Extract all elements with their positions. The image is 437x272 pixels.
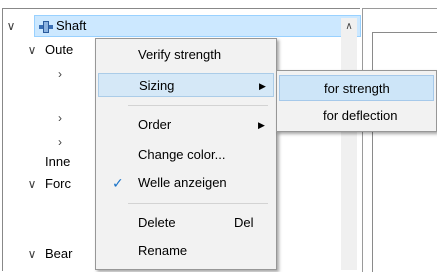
menu-separator <box>128 105 268 106</box>
menu-item-sizing[interactable]: Sizing ▶ <box>98 73 274 97</box>
chevron-down-icon[interactable]: ∨ <box>25 244 39 264</box>
menu-item-shortcut: Del <box>234 215 254 230</box>
menu-item-verify-strength[interactable]: Verify strength <box>98 43 274 67</box>
menu-item-label: Order <box>138 117 172 132</box>
chevron-right-icon[interactable]: › <box>53 108 67 128</box>
chevron-down-icon[interactable]: ∨ <box>25 174 39 194</box>
vertical-scrollbar[interactable] <box>341 18 357 270</box>
menu-item-order[interactable]: Order ▶ <box>98 113 274 137</box>
tree-node-outer-contour[interactable]: Oute <box>45 40 73 60</box>
menu-item-label: Welle anzeigen <box>138 175 227 190</box>
menu-item-delete[interactable]: Delete Del <box>98 211 274 235</box>
chevron-down-icon[interactable]: ∨ <box>4 16 18 36</box>
menu-separator <box>128 203 268 204</box>
submenu-arrow-icon: ▶ <box>258 120 265 130</box>
chevron-right-icon[interactable]: › <box>53 64 67 84</box>
submenu-item-for-strength[interactable]: for strength <box>279 75 434 101</box>
menu-item-label: Rename <box>138 243 188 258</box>
menu-item-label: Change color... <box>138 147 226 162</box>
application-window: ∨ Shaft ∨ Oute › › › Inne ∨ Forc ∨ Bear … <box>0 0 437 272</box>
menu-item-label: Verify strength <box>138 47 222 62</box>
tree-node-inner-contour[interactable]: Inne <box>45 152 70 172</box>
scroll-up-arrow-icon[interactable]: ∧ <box>341 18 357 36</box>
menu-item-change-color[interactable]: Change color... <box>98 143 274 167</box>
submenu-item-for-deflection[interactable]: for deflection <box>279 103 434 129</box>
tree-node-bearings[interactable]: Bear <box>45 244 72 264</box>
sizing-submenu: for strength for deflection <box>276 70 437 132</box>
menu-item-label: Sizing <box>139 78 175 93</box>
submenu-arrow-icon: ▶ <box>259 81 266 91</box>
menu-item-label: Delete <box>138 215 176 230</box>
tree-node-forces[interactable]: Forc <box>45 174 71 194</box>
shaft-icon <box>38 16 54 36</box>
menu-item-rename[interactable]: Rename <box>98 239 274 263</box>
tree-node-shaft[interactable]: Shaft <box>56 16 86 36</box>
right-panel-inner-frame <box>372 32 437 272</box>
submenu-item-label: for strength <box>324 81 390 96</box>
checkmark-icon: ✓ <box>112 175 124 191</box>
context-menu: Verify strength Sizing ▶ Order ▶ Change … <box>95 38 277 270</box>
chevron-right-icon[interactable]: › <box>53 132 67 152</box>
menu-item-welle-anzeigen[interactable]: ✓ Welle anzeigen <box>98 171 274 195</box>
chevron-down-icon[interactable]: ∨ <box>25 40 39 60</box>
submenu-item-label: for deflection <box>323 108 398 123</box>
